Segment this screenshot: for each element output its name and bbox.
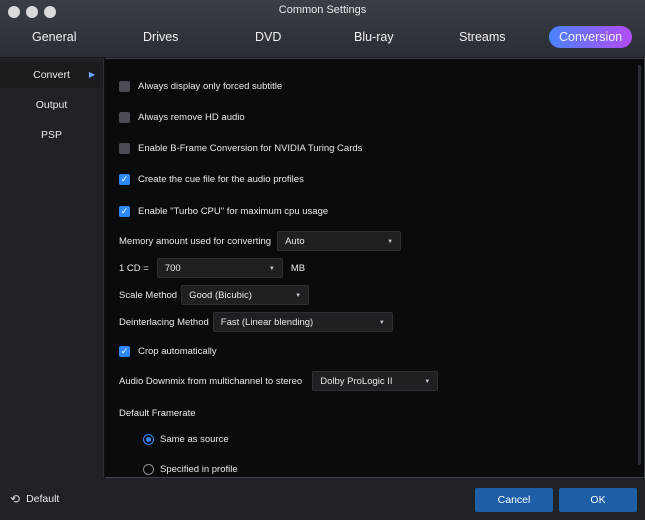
chevron-down-icon: ▼	[387, 239, 394, 245]
chevron-down-icon: ▼	[295, 293, 302, 299]
tab-conversion[interactable]: Conversion	[549, 26, 633, 48]
scale-method-row: Scale Method Good (Bicubic) ▼	[119, 285, 310, 305]
downmix-row: Audio Downmix from multichannel to stere…	[119, 371, 439, 391]
cd-size-row: 1 CD = 700 ▼ MB	[119, 258, 305, 278]
default-label: Default	[26, 493, 60, 505]
framerate-same-radio[interactable]	[143, 434, 154, 445]
turbo-cpu-option[interactable]: ✓ Enable "Turbo CPU" for maximum cpu usa…	[119, 206, 328, 217]
reset-icon: ⟲	[10, 492, 21, 506]
cue-file-label: Create the cue file for the audio profil…	[138, 174, 304, 185]
tab-bar: General Drives DVD Blu-ray Streams Conve…	[0, 26, 645, 50]
settings-panel: Always display only forced subtitle Alwa…	[105, 58, 645, 478]
tab-streams[interactable]: Streams	[459, 26, 506, 48]
crop-label: Crop automatically	[138, 346, 217, 357]
chevron-down-icon: ▼	[268, 266, 275, 272]
sidebar: Convert ▶ Output PSP	[0, 58, 104, 478]
chevron-down-icon: ▼	[378, 320, 385, 326]
chevron-down-icon: ▼	[424, 379, 431, 385]
forced-subtitle-checkbox[interactable]	[119, 81, 130, 92]
footer: ⟲ Default Cancel OK	[0, 478, 645, 520]
framerate-specified-label: Specified in profile	[160, 464, 238, 475]
sidebar-item-label: Convert	[33, 69, 70, 81]
cd-size-label: 1 CD =	[119, 262, 149, 274]
downmix-select[interactable]: Dolby ProLogic II ▼	[312, 371, 439, 391]
remove-hd-audio-checkbox[interactable]	[119, 112, 130, 123]
crop-option[interactable]: ✓ Crop automatically	[119, 346, 217, 357]
remove-hd-audio-label: Always remove HD audio	[138, 112, 245, 123]
cancel-button[interactable]: Cancel	[475, 488, 553, 512]
framerate-same-label: Same as source	[160, 434, 229, 445]
cd-size-value: 700	[164, 263, 181, 274]
title-bar: Common Settings General Drives DVD Blu-r…	[0, 0, 645, 58]
cd-size-select[interactable]: 700 ▼	[156, 258, 283, 278]
turbo-cpu-checkbox[interactable]: ✓	[119, 206, 130, 217]
scale-method-label: Scale Method	[119, 289, 178, 301]
tab-general[interactable]: General	[32, 26, 76, 48]
framerate-label: Default Framerate	[119, 408, 196, 419]
framerate-heading: Default Framerate	[119, 408, 196, 419]
memory-value: Auto	[285, 236, 305, 247]
crop-checkbox[interactable]: ✓	[119, 346, 130, 357]
ok-button[interactable]: OK	[559, 488, 637, 512]
sidebar-item-psp[interactable]: PSP	[0, 122, 103, 148]
window-title: Common Settings	[278, 4, 367, 16]
sidebar-item-output[interactable]: Output	[0, 92, 103, 118]
remove-hd-audio-option[interactable]: Always remove HD audio	[119, 112, 245, 123]
scrollbar[interactable]	[638, 65, 641, 465]
turbo-cpu-label: Enable "Turbo CPU" for maximum cpu usage	[138, 206, 329, 217]
tab-drives[interactable]: Drives	[143, 26, 178, 48]
cd-size-unit: MB	[290, 262, 306, 274]
bframe-nvidia-checkbox[interactable]	[119, 143, 130, 154]
default-button[interactable]: ⟲ Default	[10, 492, 59, 506]
memory-label: Memory amount used for converting	[119, 235, 272, 247]
memory-select[interactable]: Auto ▼	[277, 231, 402, 251]
scale-method-select[interactable]: Good (Bicubic) ▼	[181, 285, 310, 305]
deinterlacing-row: Deinterlacing Method Fast (Linear blendi…	[119, 312, 393, 332]
forced-subtitle-option[interactable]: Always display only forced subtitle	[119, 81, 282, 92]
cue-file-checkbox[interactable]: ✓	[119, 174, 130, 185]
chevron-right-icon: ▶	[88, 70, 95, 79]
sidebar-item-convert[interactable]: Convert ▶	[0, 62, 103, 88]
sidebar-item-label: PSP	[40, 129, 62, 141]
framerate-same-option[interactable]: Same as source	[143, 434, 229, 445]
downmix-label: Audio Downmix from multichannel to stere…	[119, 375, 303, 387]
deinterlacing-select[interactable]: Fast (Linear blending) ▼	[212, 312, 393, 332]
framerate-specified-option[interactable]: Specified in profile	[143, 464, 238, 475]
scale-method-value: Good (Bicubic)	[189, 290, 252, 301]
tab-blu-ray[interactable]: Blu-ray	[354, 26, 394, 48]
tab-dvd[interactable]: DVD	[255, 26, 281, 48]
bframe-nvidia-label: Enable B-Frame Conversion for NVIDIA Tur…	[138, 143, 363, 154]
downmix-value: Dolby ProLogic II	[320, 376, 393, 387]
forced-subtitle-label: Always display only forced subtitle	[138, 81, 283, 92]
bframe-nvidia-option[interactable]: Enable B-Frame Conversion for NVIDIA Tur…	[119, 143, 362, 154]
deinterlacing-value: Fast (Linear blending)	[220, 317, 314, 328]
sidebar-item-label: Output	[35, 99, 68, 111]
cue-file-option[interactable]: ✓ Create the cue file for the audio prof…	[119, 174, 304, 185]
memory-row: Memory amount used for converting Auto ▼	[119, 231, 402, 251]
framerate-specified-radio[interactable]	[143, 464, 154, 475]
deinterlacing-label: Deinterlacing Method	[119, 316, 209, 328]
